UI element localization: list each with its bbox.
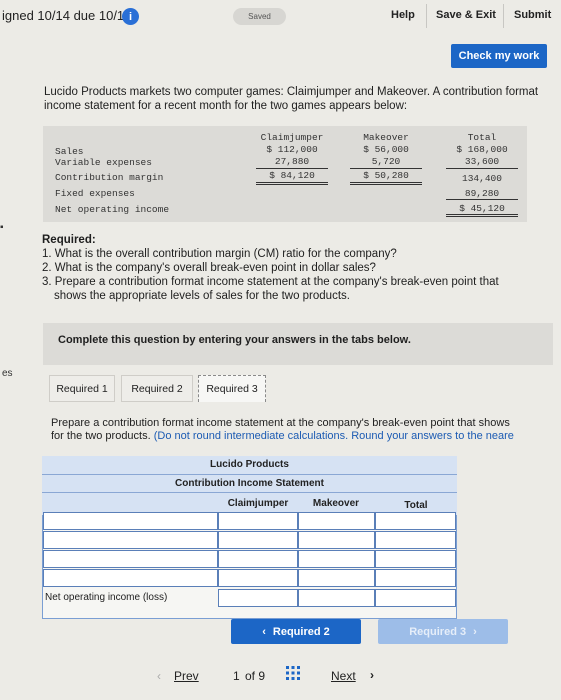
side-edge-marker: ▪: [0, 222, 4, 233]
tab-required-1[interactable]: Required 1: [49, 375, 115, 402]
claimjumper-input[interactable]: [218, 569, 298, 587]
required-q3: 3. Prepare a contribution format income …: [42, 276, 499, 288]
row-label-input[interactable]: [43, 512, 218, 530]
makeover-noi-input[interactable]: [298, 589, 375, 607]
double-underline: [256, 184, 328, 185]
cell: $ 50,280: [363, 170, 409, 181]
check-my-work-button[interactable]: Check my work: [451, 44, 547, 68]
row-label-cm: Contribution margin: [55, 172, 164, 183]
next-button[interactable]: Next: [331, 669, 356, 683]
row-label-fixed: Fixed expenses: [55, 188, 135, 199]
col-header-claimjumper: Claimjumper: [227, 498, 289, 509]
claimjumper-input[interactable]: [218, 512, 298, 530]
double-underline: [350, 182, 422, 183]
net-operating-income-label: Net operating income (loss): [45, 592, 168, 603]
prev-button[interactable]: Prev: [174, 669, 199, 683]
prev-required-button[interactable]: ‹ Required 2: [231, 619, 361, 644]
total-input[interactable]: [375, 512, 456, 530]
row-label-noi: Net operating income: [55, 204, 170, 215]
tab-required-3[interactable]: Required 3: [198, 375, 266, 402]
underline: [350, 168, 422, 169]
row-label-input[interactable]: [43, 531, 218, 549]
makeover-input[interactable]: [298, 550, 375, 568]
top-bar: igned 10/14 due 10/19 i Saved Help Save …: [0, 0, 561, 34]
cell: $ 56,000: [363, 144, 409, 155]
double-underline: [256, 182, 328, 183]
tab-required-2[interactable]: Required 2: [121, 375, 193, 402]
cell: 134,400: [462, 173, 502, 184]
makeover-input[interactable]: [298, 569, 375, 587]
required-q2: 2. What is the company's overall break-e…: [42, 262, 376, 274]
claimjumper-input[interactable]: [218, 531, 298, 549]
total-input[interactable]: [375, 531, 456, 549]
row-label-variable: Variable expenses: [55, 157, 152, 168]
underline: [446, 199, 518, 200]
chevron-left-icon: ‹: [262, 625, 266, 638]
col-header-makeover: Makeover: [363, 132, 409, 143]
divider: [426, 4, 427, 28]
statement-company: Lucido Products: [210, 459, 289, 470]
cell: $ 84,120: [269, 170, 315, 181]
underline: [256, 168, 328, 169]
total-input[interactable]: [375, 569, 456, 587]
row-label-sales: Sales: [55, 146, 84, 157]
prepare-line-1: Prepare a contribution format income sta…: [51, 417, 510, 429]
required-q3-cont: shows the appropriate levels of sales fo…: [54, 290, 350, 302]
makeover-input[interactable]: [298, 531, 375, 549]
help-link[interactable]: Help: [391, 9, 415, 21]
col-header-total: Total: [467, 132, 497, 143]
page-total: of 9: [245, 669, 266, 683]
chevron-right-icon: ›: [370, 668, 374, 682]
required-section: Required: 1. What is the overall contrib…: [42, 233, 552, 303]
cell: 33,600: [464, 156, 500, 167]
underline: [446, 168, 518, 169]
prepare-line-2: for the two products.: [51, 430, 151, 442]
problem-intro: Lucido Products markets two computer gam…: [44, 86, 539, 112]
next-required-button[interactable]: Required 3 ›: [378, 619, 508, 644]
total-input[interactable]: [375, 550, 456, 568]
double-underline: [446, 214, 518, 215]
divider: [42, 474, 457, 475]
rounding-note: (Do not round intermediate calculations.…: [153, 430, 514, 442]
next-required-label: Required 3: [409, 625, 467, 638]
col-header-makeover: Makeover: [312, 498, 360, 509]
col-header-claimjumper: Claimjumper: [260, 132, 324, 143]
required-heading: Required:: [42, 234, 96, 246]
total-noi-input[interactable]: [375, 589, 456, 607]
cell: $ 45,120: [459, 203, 505, 214]
claimjumper-input[interactable]: [218, 550, 298, 568]
save-exit-link[interactable]: Save & Exit: [436, 9, 496, 21]
divider: [42, 492, 457, 493]
col-header-total: Total: [404, 500, 428, 511]
cell: 27,880: [274, 156, 310, 167]
cell: 89,280: [464, 188, 500, 199]
info-icon[interactable]: i: [122, 8, 139, 25]
cell: $ 168,000: [456, 144, 508, 155]
double-underline: [446, 216, 518, 217]
page-current: 1: [233, 669, 240, 683]
cell: $ 112,000: [266, 144, 318, 155]
claimjumper-noi-input[interactable]: [218, 589, 298, 607]
prev-required-label: Required 2: [272, 625, 330, 638]
required-q1: 1. What is the overall contribution marg…: [42, 248, 397, 260]
instructions-text: Complete this question by entering your …: [58, 334, 411, 346]
side-label: es: [2, 368, 13, 379]
double-underline: [350, 184, 422, 185]
makeover-input[interactable]: [298, 512, 375, 530]
divider: [503, 4, 504, 28]
row-label-input[interactable]: [43, 569, 218, 587]
chevron-left-icon: ‹: [157, 669, 161, 683]
prepare-instructions: Prepare a contribution format income sta…: [51, 417, 557, 443]
grid-icon[interactable]: [286, 666, 300, 680]
cell: 5,720: [371, 156, 401, 167]
chevron-right-icon: ›: [473, 625, 477, 638]
submit-link[interactable]: Submit: [514, 9, 551, 21]
row-label-input[interactable]: [43, 550, 218, 568]
assignment-dates: igned 10/14 due 10/19: [2, 8, 132, 23]
statement-title: Contribution Income Statement: [175, 478, 324, 489]
saved-status: Saved: [233, 8, 286, 25]
